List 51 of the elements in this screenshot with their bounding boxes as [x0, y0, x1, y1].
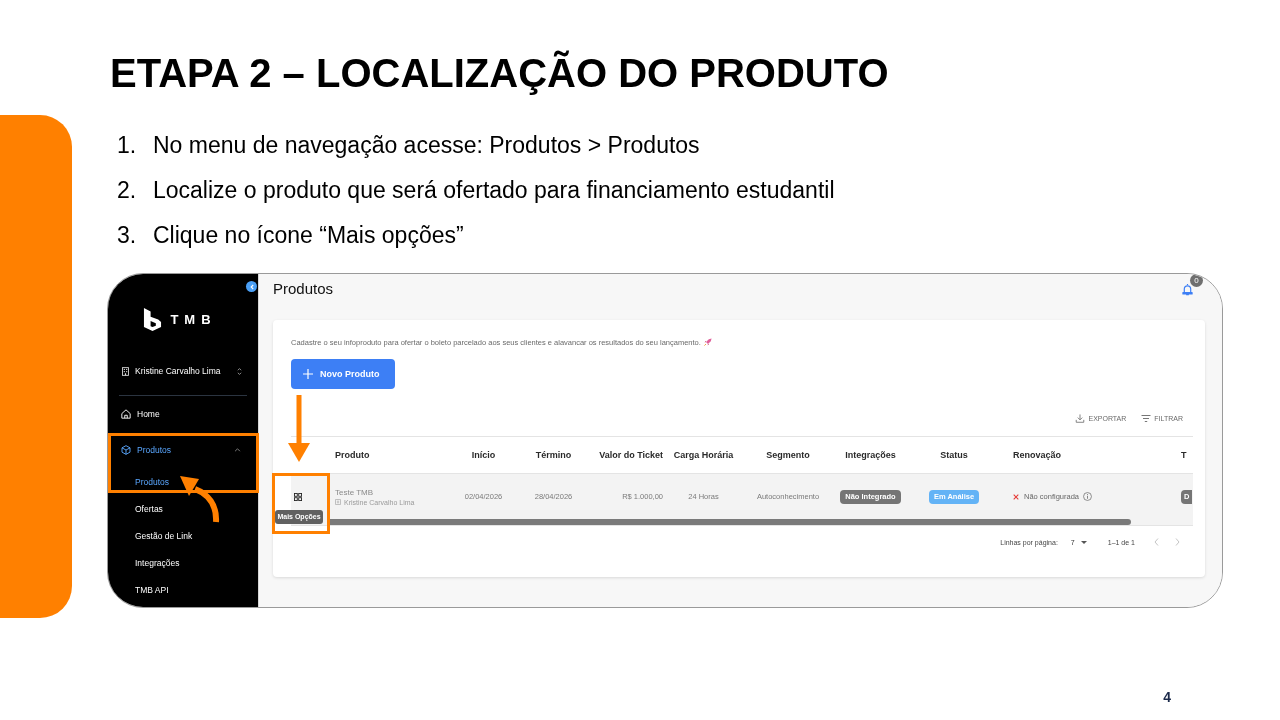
step-text: Localize o produto que será ofertado para financiamento estudantil [153, 177, 835, 204]
column-header: Valor do Ticket [599, 450, 663, 460]
logo-icon [143, 306, 163, 332]
cube-icon [121, 445, 131, 455]
column-header: Término [535, 450, 572, 460]
nav-item[interactable]: Home [108, 396, 258, 432]
filter-icon [1141, 413, 1152, 423]
slide-title: ETAPA 2 – LOCALIZAÇÃO DO PRODUTO [109, 49, 890, 97]
column-header: Status [940, 450, 968, 460]
down-arrow [288, 395, 310, 462]
step-number: 3. [117, 222, 138, 249]
column-header: T [1181, 450, 1187, 460]
nav-subitem[interactable]: Produtos [135, 475, 170, 488]
info-icon[interactable] [1083, 492, 1093, 501]
nav-subitem[interactable]: Ofertas [135, 502, 163, 515]
new-product-button[interactable]: Novo Produto [291, 359, 395, 389]
step-number: 1. [117, 132, 138, 159]
step-text: No menu de navegação acesse: Produtos > Produtos [153, 132, 700, 159]
house-icon [121, 409, 131, 419]
step-number: 2. [117, 177, 138, 204]
up-down-chevron-icon [237, 366, 242, 376]
notification-badge: 0 [1190, 274, 1203, 287]
account-selector[interactable]: Kristine Carvalho Lima [108, 361, 258, 381]
plus-icon [303, 369, 313, 379]
product-name: Teste TMB [335, 487, 375, 497]
logo-text: TMB [170, 311, 217, 327]
scrollbar[interactable] [327, 519, 1131, 525]
download-icon [1075, 413, 1086, 423]
building-icon [335, 499, 341, 505]
page-title: Produtos [273, 280, 334, 298]
caret-down-icon [1080, 540, 1087, 544]
column-header: Integrações [845, 450, 896, 460]
grid-icon[interactable] [294, 492, 302, 501]
nav-item[interactable]: Produtos [108, 432, 258, 468]
chevron-left-icon [249, 283, 254, 290]
column-header: Segmento [766, 450, 810, 460]
column-header: Produto [335, 450, 371, 460]
column-header: Carga Horária [673, 450, 734, 460]
nav-subitem[interactable]: Integrações [135, 556, 180, 569]
nav-subitem[interactable]: TMB API [135, 583, 169, 596]
nav-subitem[interactable]: Gestão de Link [135, 529, 193, 542]
collapse-button[interactable] [246, 281, 257, 292]
rocket-icon [703, 338, 712, 346]
x-icon [1013, 493, 1019, 500]
highlight-frame [272, 473, 330, 534]
building-icon [122, 366, 129, 376]
column-header: Início [471, 450, 496, 460]
bell-icon[interactable] [1182, 283, 1193, 296]
column-header: Renovação [1013, 450, 1062, 460]
page-number: 4 [1163, 688, 1171, 707]
step-text: Clique no ícone “Mais opções” [153, 222, 464, 249]
